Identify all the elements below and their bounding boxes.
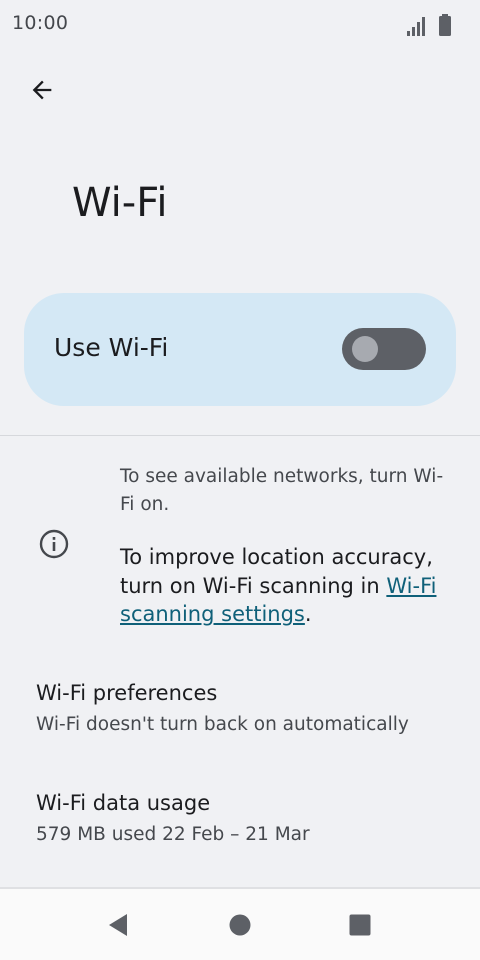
status-icons: [406, 14, 452, 40]
nav-home-button[interactable]: [222, 909, 258, 945]
networks-off-message: To see available networks, turn Wi-Fi on…: [120, 466, 444, 515]
status-bar: 10:00: [0, 0, 480, 50]
nav-recents-button[interactable]: [342, 909, 378, 945]
nav-back-button[interactable]: [100, 909, 136, 945]
status-time: 10:00: [12, 12, 69, 34]
navigation-bar: [0, 889, 480, 960]
location-accuracy-message: To improve location accuracy, turn on Wi…: [120, 543, 460, 629]
pref-title: Wi-Fi data usage: [36, 791, 211, 815]
page-title: Wi-Fi: [72, 180, 168, 226]
pref-summary: 579 MB used 22 Feb – 21 Mar: [36, 824, 310, 845]
wifi-settings-screen: 10:00 Wi-Fi Use Wi-Fi To see available n…: [0, 0, 480, 960]
use-wifi-label: Use Wi-Fi: [54, 333, 169, 362]
location-accuracy-suffix: .: [304, 602, 312, 626]
back-button[interactable]: [20, 70, 64, 114]
info-icon: [38, 528, 70, 560]
arrow-back-icon: [28, 76, 56, 108]
use-wifi-switch-bar[interactable]: Use Wi-Fi: [24, 293, 456, 406]
divider: [0, 435, 480, 436]
pref-summary: Wi-Fi doesn't turn back on automatically: [36, 714, 409, 735]
nav-recents-icon: [348, 913, 372, 941]
signal-icon: [406, 16, 428, 40]
use-wifi-toggle[interactable]: [342, 328, 426, 370]
battery-icon: [438, 14, 452, 40]
nav-back-icon: [105, 912, 131, 942]
nav-home-icon: [228, 913, 252, 941]
wifi-data-usage-item[interactable]: Wi-Fi data usage 579 MB used 22 Feb – 21…: [0, 791, 480, 881]
pref-title: Wi-Fi preferences: [36, 681, 218, 705]
toggle-thumb: [352, 336, 378, 362]
wifi-preferences-item[interactable]: Wi-Fi preferences Wi-Fi doesn't turn bac…: [0, 681, 480, 771]
